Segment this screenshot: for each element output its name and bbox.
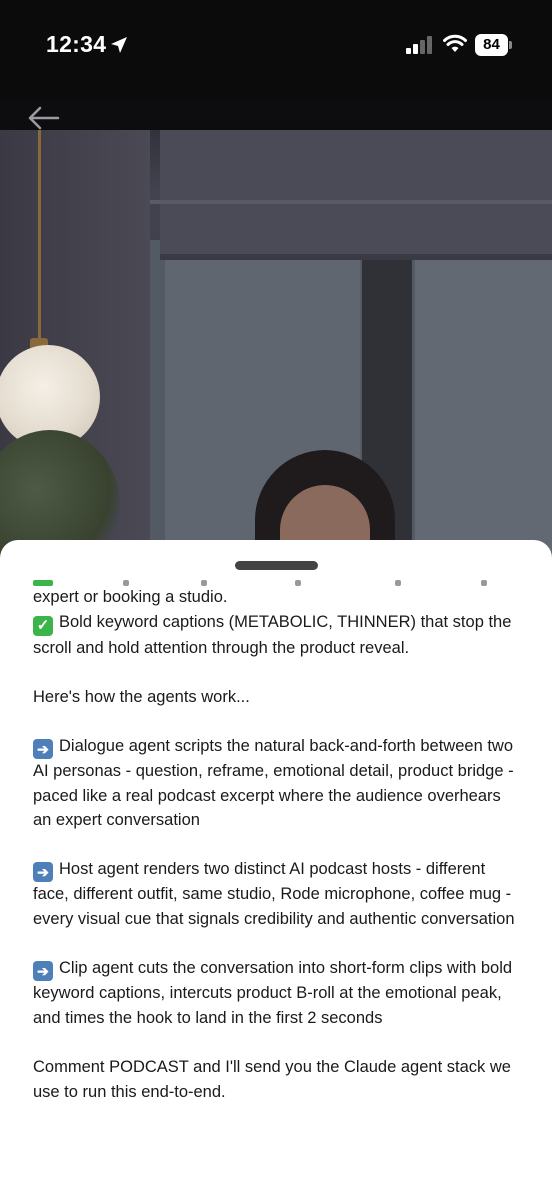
caption-bullet-arrow: ➔ Dialogue agent scripts the natural back… <box>33 734 523 833</box>
right-arrow-icon: ➔ <box>33 738 53 759</box>
video-player[interactable] <box>0 100 552 560</box>
post-bottom-sheet[interactable]: expert or booking a studio. ✓ Bold keywor… <box>0 540 552 1200</box>
caption-bullet-text: Clip agent cuts the conversation into sh… <box>33 959 513 1027</box>
caption-line: expert or booking a studio. <box>33 588 228 606</box>
caption-line: Comment PODCAST and I'll send you the Cl… <box>33 1057 511 1101</box>
caption-bullet-arrow: ➔ Clip agent cuts the conversation into s… <box>33 956 523 1030</box>
video-window-blind <box>160 130 552 260</box>
right-arrow-icon: ➔ <box>33 961 53 982</box>
battery-level: 84 <box>483 36 500 53</box>
back-arrow-icon[interactable] <box>26 104 60 132</box>
caption-bullet-check: ✓ Bold keyword captions (METABOLIC, THINN… <box>33 610 523 661</box>
cellular-signal-icon <box>406 36 432 54</box>
right-arrow-icon: ➔ <box>33 862 53 883</box>
video-window-pane <box>415 250 552 560</box>
battery-body: 84 <box>475 34 508 56</box>
video-blind-edge <box>150 200 552 204</box>
caption-bullet-arrow: ➔ Host agent renders two distinct AI podc… <box>33 857 523 931</box>
caption-bullet-text: Bold keyword captions (METABOLIC, THINNE… <box>33 612 512 657</box>
location-arrow-icon <box>111 37 127 53</box>
check-mark-icon: ✓ <box>33 615 53 636</box>
post-caption: expert or booking a studio. ✓ Bold keywor… <box>33 585 523 1104</box>
caption-bullet-text: Dialogue agent scripts the natural back-… <box>33 736 514 830</box>
battery-tip <box>509 41 512 49</box>
sheet-grabber-handle[interactable] <box>235 561 318 570</box>
status-time: 12:34 <box>46 31 107 57</box>
status-bar: 12:34 84 <box>0 0 552 100</box>
video-letterbox <box>0 100 552 130</box>
wifi-icon <box>443 34 467 52</box>
caption-bullet-text: Host agent renders two distinct AI podca… <box>33 860 515 928</box>
battery-icon: 84 <box>475 34 513 56</box>
caption-line: Here's how the agents work... <box>33 687 250 706</box>
